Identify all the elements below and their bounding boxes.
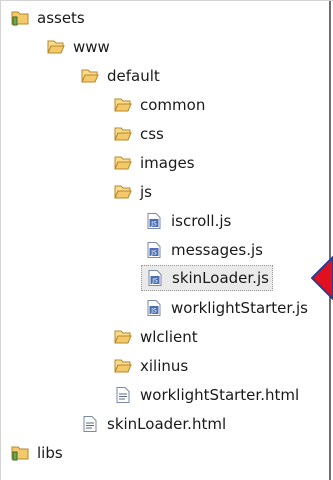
project-folder-icon	[11, 445, 29, 461]
tree-item-css[interactable]: css	[114, 121, 167, 147]
tree-item-label: images	[140, 154, 195, 172]
tree-item-label: js	[140, 183, 152, 201]
svg-text:JS: JS	[150, 250, 157, 257]
tree-item-js[interactable]: js	[114, 179, 155, 205]
tree-item-skinloader-html[interactable]: skinLoader.html	[81, 411, 229, 437]
svg-text:JS: JS	[150, 308, 157, 315]
tree-item-assets[interactable]: assets	[11, 5, 88, 31]
project-folder-icon	[11, 10, 29, 26]
pointer-arrow-icon	[311, 256, 333, 304]
folder-open-icon	[81, 68, 99, 84]
js-file-icon: JS	[145, 242, 163, 258]
tree-item-xilinus[interactable]: xilinus	[114, 353, 191, 379]
tree-item-iscroll-js[interactable]: JS iscroll.js	[145, 208, 234, 234]
tree-item-label: skinLoader.js	[172, 269, 269, 287]
tree-item-label: css	[140, 125, 164, 143]
html-file-icon	[114, 387, 132, 403]
folder-open-icon	[114, 126, 132, 142]
folder-open-icon	[114, 358, 132, 374]
tree-item-messages-js[interactable]: JS messages.js	[145, 237, 266, 263]
panel-divider	[329, 1, 331, 480]
tree-item-default[interactable]: default	[81, 63, 163, 89]
tree-item-label: skinLoader.html	[107, 415, 227, 433]
tree-item-label: common	[140, 96, 206, 114]
js-file-icon: JS	[145, 300, 163, 316]
project-explorer-tree: assets www default common css images js …	[0, 0, 333, 480]
tree-item-label: default	[107, 67, 160, 85]
js-file-icon: JS	[145, 213, 163, 229]
tree-item-images[interactable]: images	[114, 150, 198, 176]
js-file-icon: JS	[146, 270, 164, 286]
svg-text:JS: JS	[150, 221, 157, 228]
tree-item-label: xilinus	[140, 357, 189, 375]
folder-open-icon	[114, 184, 132, 200]
tree-item-worklightstarter-js[interactable]: JS worklightStarter.js	[145, 295, 311, 321]
tree-item-label: assets	[37, 9, 85, 27]
svg-text:JS: JS	[151, 278, 158, 285]
tree-item-label: messages.js	[171, 241, 263, 259]
tree-item-label: worklightStarter.js	[171, 299, 308, 317]
tree-item-label: worklightStarter.html	[140, 386, 300, 404]
tree-item-label: iscroll.js	[171, 212, 232, 230]
folder-open-icon	[114, 155, 132, 171]
tree-item-skinloader-js[interactable]: JS skinLoader.js	[141, 265, 273, 291]
tree-item-wlclient[interactable]: wlclient	[114, 324, 201, 350]
folder-open-icon	[114, 329, 132, 345]
html-file-icon	[81, 416, 99, 432]
tree-item-libs[interactable]: libs	[11, 440, 66, 466]
tree-item-common[interactable]: common	[114, 92, 208, 118]
tree-item-label: www	[73, 38, 110, 56]
folder-open-icon	[114, 97, 132, 113]
tree-item-label: wlclient	[140, 328, 198, 346]
tree-item-worklightstarter-html[interactable]: worklightStarter.html	[114, 382, 302, 408]
tree-item-www[interactable]: www	[47, 34, 113, 60]
tree-item-label: libs	[37, 444, 63, 462]
folder-open-icon	[47, 39, 65, 55]
